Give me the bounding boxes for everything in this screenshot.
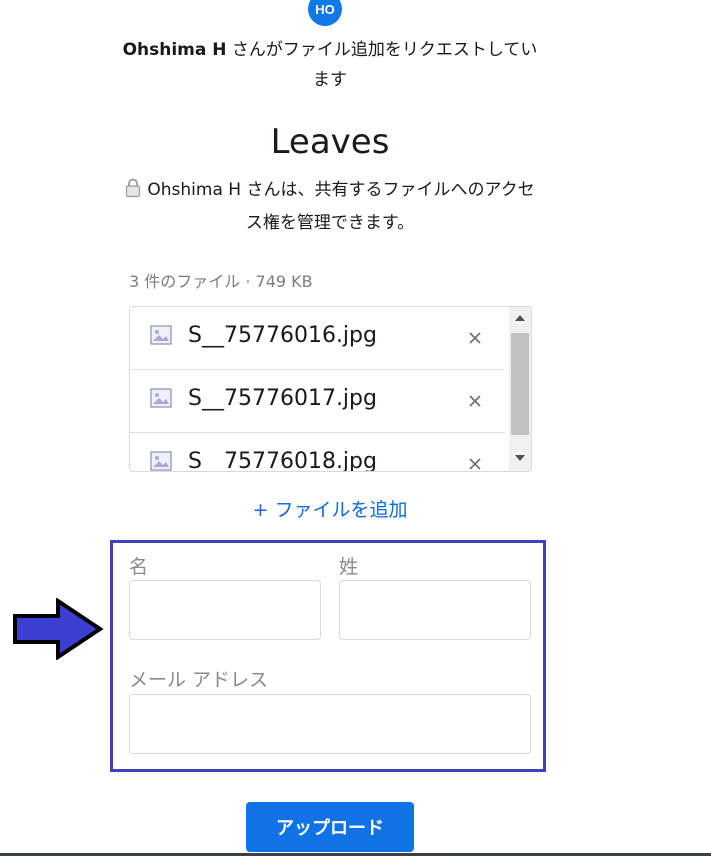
file-row: S__75776016.jpg bbox=[130, 307, 505, 370]
first-name-label: 名 bbox=[129, 556, 149, 578]
close-icon bbox=[469, 458, 481, 470]
requester-name: Ohshima H bbox=[122, 40, 227, 60]
remove-file-button[interactable] bbox=[468, 449, 482, 471]
request-message: Ohshima H さんがファイル追加をリクエストしています bbox=[120, 35, 540, 95]
upload-button[interactable]: アップロード bbox=[246, 802, 414, 852]
request-line: さんがファイル追加をリクエストしています bbox=[226, 40, 538, 90]
file-name: S__75776018.jpg bbox=[188, 449, 377, 472]
image-file-icon bbox=[150, 388, 172, 412]
scroll-down-arrow-icon[interactable] bbox=[509, 449, 531, 467]
remove-file-button[interactable] bbox=[468, 323, 482, 351]
image-file-icon bbox=[150, 451, 172, 471]
access-note: Ohshima H さんは、共有するファイルへのアクセス権を管理できます。 bbox=[120, 175, 540, 238]
close-icon bbox=[469, 332, 481, 344]
image-file-icon bbox=[150, 325, 172, 349]
last-name-label: 姓 bbox=[339, 556, 359, 578]
requester-avatar: HO bbox=[308, 0, 342, 26]
folder-title: Leaves bbox=[270, 122, 390, 162]
file-name: S__75776017.jpg bbox=[188, 386, 377, 411]
add-file-link[interactable]: + ファイルを追加 bbox=[0, 495, 660, 522]
close-icon bbox=[469, 395, 481, 407]
email-label: メール アドレス bbox=[129, 669, 269, 691]
first-name-field[interactable] bbox=[129, 580, 321, 640]
file-row: S__75776017.jpg bbox=[130, 370, 505, 433]
email-field[interactable] bbox=[129, 694, 531, 754]
arrow-right-icon bbox=[13, 598, 104, 660]
scroll-up-arrow-icon[interactable] bbox=[509, 309, 531, 327]
file-summary: 3 件のファイル · 749 KB bbox=[129, 272, 313, 291]
file-row: S__75776018.jpg bbox=[130, 433, 505, 472]
lock-icon bbox=[125, 178, 141, 208]
last-name-field[interactable] bbox=[339, 580, 531, 640]
scrollbar-thumb[interactable] bbox=[511, 333, 529, 435]
file-name: S__75776016.jpg bbox=[188, 323, 377, 348]
file-list[interactable]: S__75776016.jpg S__75776017.jpg S__75776… bbox=[129, 306, 532, 472]
remove-file-button[interactable] bbox=[468, 386, 482, 414]
file-list-scrollbar[interactable] bbox=[509, 307, 531, 471]
access-note-text: Ohshima H さんは、共有するファイルへのアクセス権を管理できます。 bbox=[147, 180, 535, 233]
